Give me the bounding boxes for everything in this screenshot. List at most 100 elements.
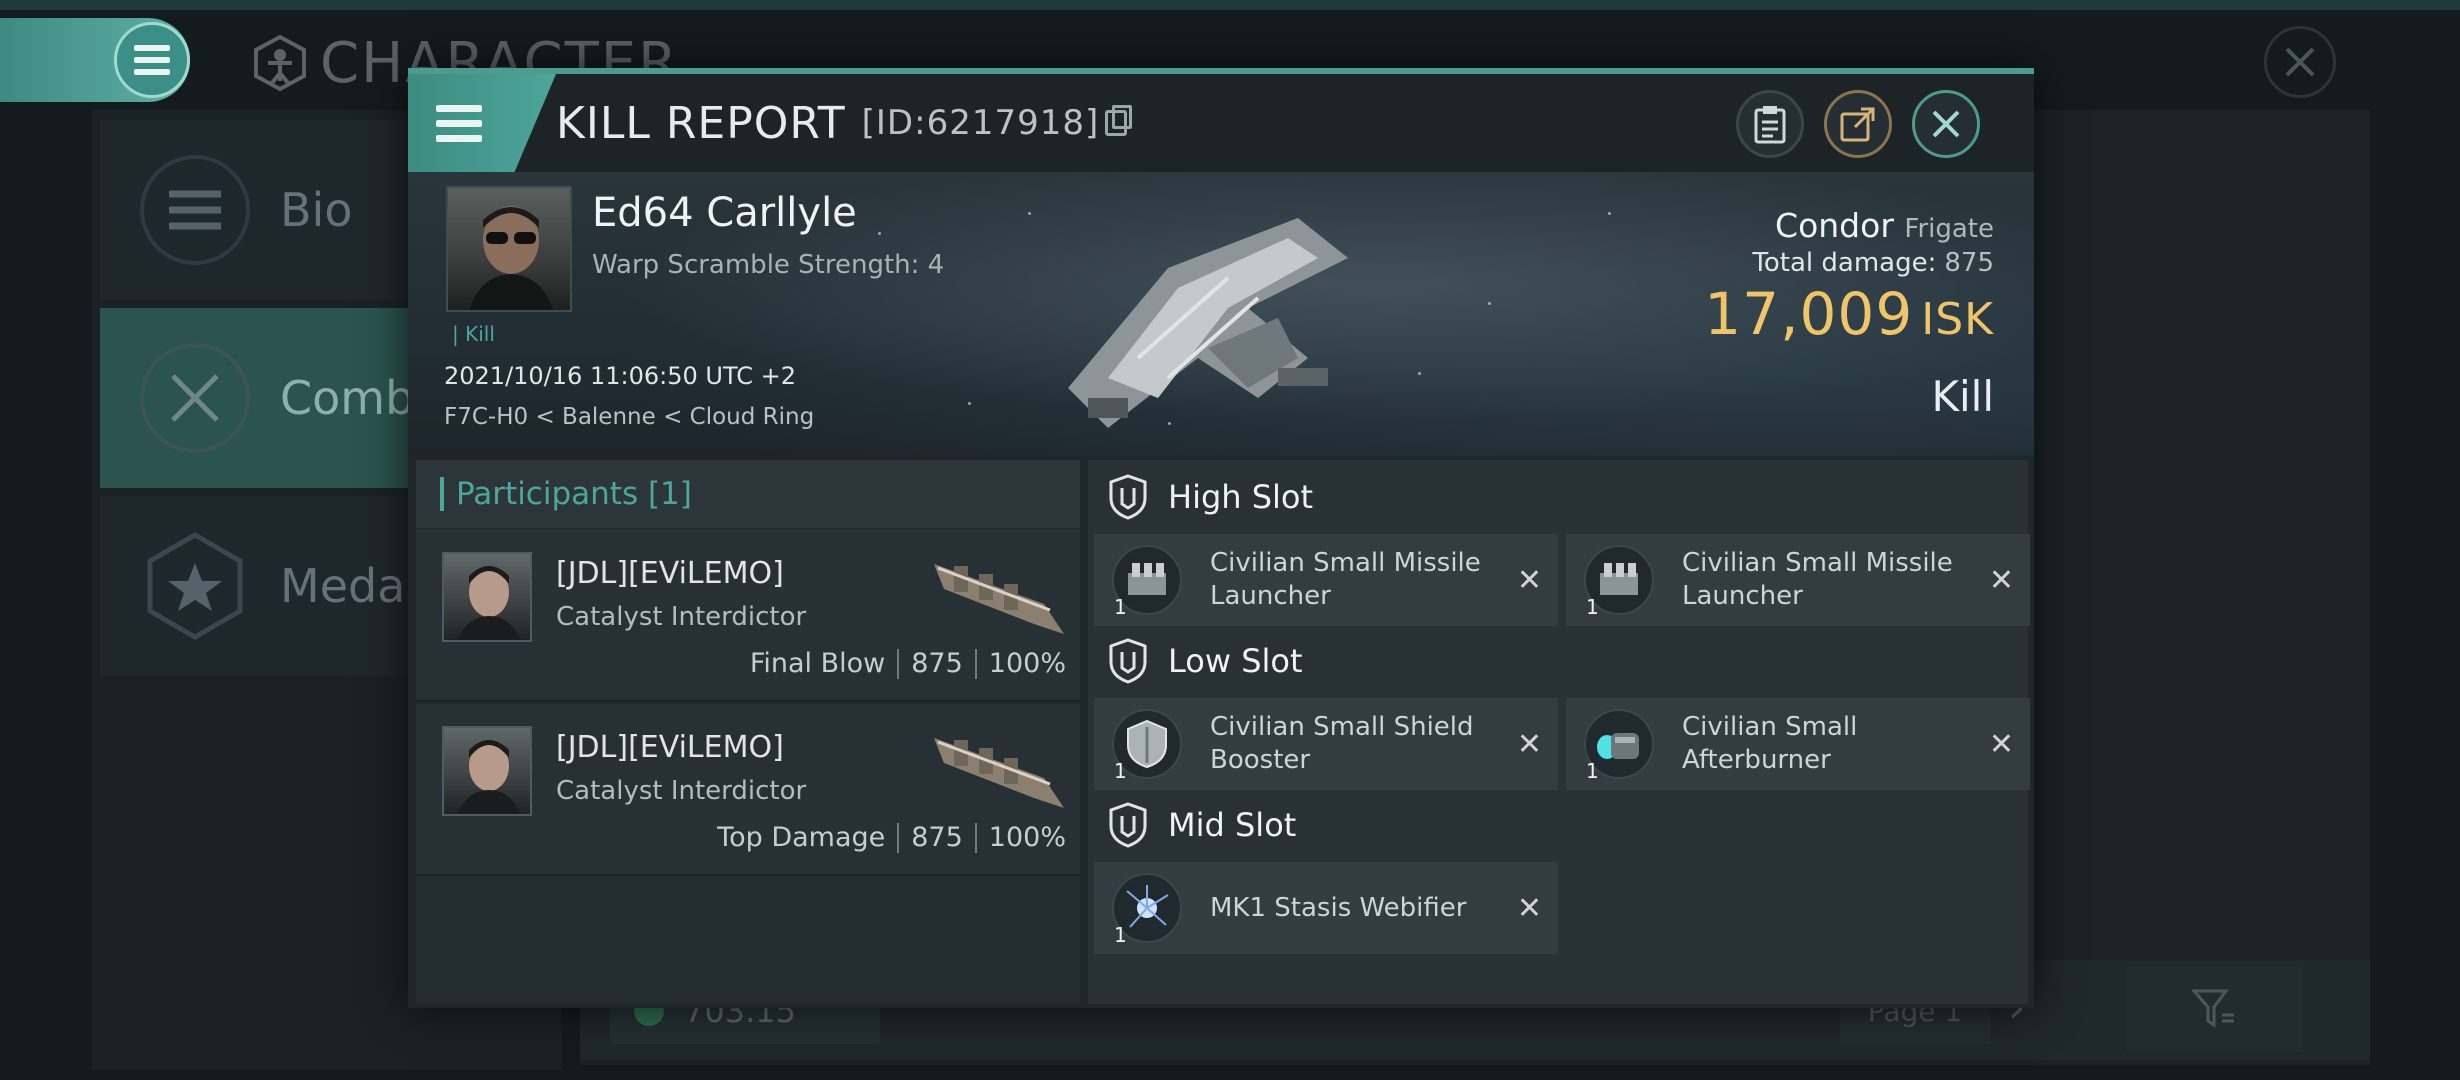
- victim-name[interactable]: Ed64 Carllyle: [592, 190, 857, 236]
- participant-ship-image: [934, 738, 1064, 808]
- participants-header-text: Participants [1]: [456, 476, 692, 512]
- participant-stats: Final Blow 875 100%: [750, 648, 1066, 679]
- participant-percent: 100%: [988, 648, 1066, 679]
- background-menu-button[interactable]: [114, 22, 190, 98]
- close-icon: [2285, 47, 2315, 77]
- module-name: Civilian Small Missile Launcher: [1682, 548, 1953, 611]
- isk-unit: ISK: [1921, 294, 1994, 345]
- character-icon: [254, 34, 306, 92]
- accent-bar: [440, 477, 444, 511]
- kill-location: F7C-H0 < Balenne < Cloud Ring: [444, 404, 815, 430]
- separator: [897, 822, 900, 853]
- crossed-swords-icon: [140, 343, 250, 453]
- filter-button[interactable]: [2126, 966, 2302, 1052]
- kill-datetime: 2021/10/16 11:06:50 UTC +2: [444, 362, 796, 390]
- total-damage-label: Total damage:: [1752, 248, 1937, 278]
- slot-shield-icon: [1108, 802, 1148, 848]
- module-name: MK1 Stasis Webifier: [1210, 892, 1467, 923]
- module-item[interactable]: 1 Civilian Small Shield Booster ✕: [1094, 698, 1558, 790]
- module-item[interactable]: 1 MK1 Stasis Webifier ✕: [1094, 862, 1558, 954]
- share-button[interactable]: [1824, 90, 1892, 158]
- destroyed-x-icon: ✕: [1988, 726, 2014, 762]
- menu-icon: [436, 104, 482, 142]
- isk-amount: 17,009: [1704, 280, 1914, 348]
- participants-header: Participants [1]: [416, 460, 1080, 528]
- module-quantity: 1: [1114, 923, 1127, 947]
- module-quantity: 1: [1114, 595, 1127, 619]
- participant-row[interactable]: [JDL][EViLEMO] Catalyst Interdictor Fina…: [416, 530, 1080, 702]
- mid-slot-label: Mid Slot: [1168, 806, 1297, 844]
- star-icon: [140, 531, 250, 641]
- participant-damage: 875: [911, 822, 963, 853]
- slot-shield-icon: [1108, 638, 1148, 684]
- report-id: [ID:6217918]: [861, 103, 1133, 143]
- module-name: Civilian Small Missile Launcher: [1210, 548, 1481, 611]
- separator: [974, 822, 977, 853]
- report-id-text: [ID:6217918]: [861, 103, 1100, 143]
- participant-avatar[interactable]: [442, 552, 532, 642]
- close-button[interactable]: [1912, 90, 1980, 158]
- background-close-button[interactable]: [2264, 26, 2336, 98]
- slot-shield-icon: [1108, 474, 1148, 520]
- modal-title: KILL REPORT [ID:6217918]: [556, 74, 1133, 172]
- module-item[interactable]: 1 Civilian Small Afterburner ✕: [1566, 698, 2030, 790]
- participant-ship: Catalyst Interdictor: [556, 602, 807, 632]
- module-name: Civilian Small Shield Booster: [1210, 712, 1474, 775]
- mid-slot-header: Mid Slot: [1088, 790, 1296, 860]
- module-quantity: 1: [1586, 759, 1599, 783]
- high-slot-label: High Slot: [1168, 478, 1314, 516]
- module-quantity: 1: [1586, 595, 1599, 619]
- participant-row[interactable]: [JDL][EViLEMO] Catalyst Interdictor Top …: [416, 704, 1080, 876]
- participant-name[interactable]: [JDL][EViLEMO]: [556, 730, 784, 765]
- total-damage: Total damage: 875: [1752, 248, 1994, 278]
- victim-banner: Ed64 Carllyle Warp Scramble Strength: 4 …: [408, 172, 2034, 456]
- kill-tag-text: Kill: [465, 322, 495, 346]
- shield-booster-icon: 1: [1112, 709, 1182, 783]
- close-icon: [1932, 110, 1960, 138]
- low-slot-header: Low Slot: [1088, 626, 1303, 696]
- high-slot-header: High Slot: [1088, 462, 1313, 532]
- copy-icon[interactable]: [1105, 105, 1133, 136]
- participant-percent: 100%: [988, 822, 1066, 853]
- participant-avatar[interactable]: [442, 726, 532, 816]
- background-topbar: [0, 0, 2460, 10]
- isk-value: 17,009 ISK: [1704, 280, 1994, 348]
- missile-launcher-icon: 1: [1112, 545, 1182, 619]
- kill-tag: | Kill: [452, 322, 495, 346]
- participant-role: Final Blow: [749, 648, 886, 679]
- clipboard-button[interactable]: [1736, 90, 1804, 158]
- kill-result: Kill: [1931, 372, 1994, 421]
- stasis-webifier-icon: 1: [1112, 873, 1182, 947]
- destroyed-x-icon: ✕: [1988, 562, 2014, 598]
- participant-role: Top Damage: [717, 822, 886, 853]
- victim-portrait[interactable]: [446, 186, 572, 312]
- victim-ship: Condor Frigate: [1775, 206, 1994, 245]
- separator: [897, 648, 900, 679]
- menu-icon: [134, 45, 170, 75]
- participant-ship: Catalyst Interdictor: [556, 776, 807, 806]
- separator: [974, 648, 977, 679]
- module-name: Civilian Small Afterburner: [1682, 712, 1858, 775]
- low-slot-label: Low Slot: [1168, 642, 1303, 680]
- participant-stats: Top Damage 875 100%: [717, 822, 1066, 853]
- participant-damage: 875: [911, 648, 963, 679]
- module-item[interactable]: 1 Civilian Small Missile Launcher ✕: [1566, 534, 2030, 626]
- filter-icon: [2192, 989, 2234, 1028]
- destroyed-x-icon: ✕: [1516, 890, 1542, 926]
- share-icon: [1840, 107, 1875, 142]
- fitting-panel: High Slot 1 Civilian Small Missile Launc…: [1088, 460, 2030, 1004]
- nav-item-label: Medal: [280, 559, 419, 613]
- destroyed-x-icon: ✕: [1516, 726, 1542, 762]
- warp-scramble-strength: Warp Scramble Strength: 4: [592, 250, 945, 280]
- participant-ship-image: [934, 564, 1064, 634]
- module-quantity: 1: [1114, 759, 1127, 783]
- kill-report-modal: KILL REPORT [ID:6217918] Ed64 Carllyle W…: [408, 68, 2034, 1008]
- nav-item-label: Bio: [280, 183, 353, 237]
- victim-ship-image: [1068, 218, 1348, 428]
- ship-class: Frigate: [1904, 214, 1994, 244]
- participant-name[interactable]: [JDL][EViLEMO]: [556, 556, 784, 591]
- module-item[interactable]: 1 Civilian Small Missile Launcher ✕: [1094, 534, 1558, 626]
- participants-panel: Participants [1] [JDL][EViLEMO] Catalyst…: [416, 460, 1080, 1004]
- missile-launcher-icon: 1: [1584, 545, 1654, 619]
- total-damage-value: 875: [1944, 248, 1994, 278]
